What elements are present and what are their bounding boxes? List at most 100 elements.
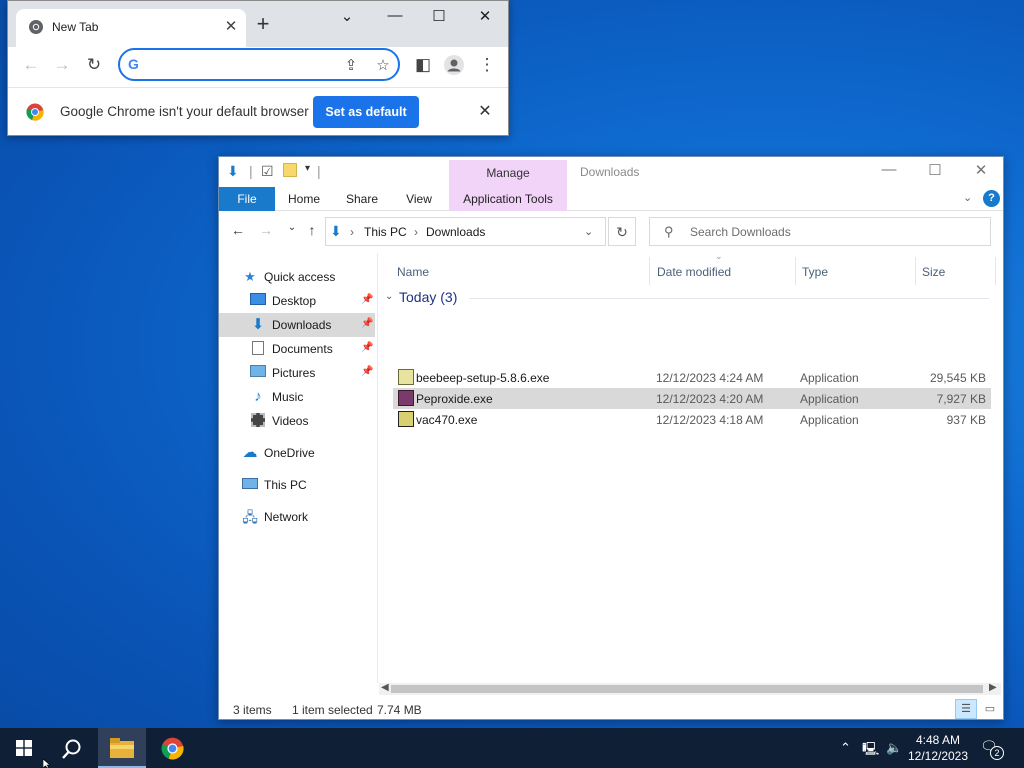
file-date: 12/12/2023 4:18 AM: [656, 413, 764, 427]
column-header-size[interactable]: Size: [922, 265, 945, 279]
expand-ribbon-icon[interactable]: ⌄: [963, 191, 972, 204]
reload-button[interactable]: ↻: [83, 54, 105, 76]
tab-application-tools[interactable]: Application Tools: [449, 187, 567, 211]
music-icon: ♪: [254, 388, 262, 405]
address-row: ← → ⌄ ↑ ⬇ › This PC › Downloads ⌄ ↻ ⚲: [219, 213, 1003, 249]
share-icon[interactable]: ⇪: [342, 56, 360, 74]
nav-item-downloads[interactable]: ⬇ Downloads 📌: [219, 313, 375, 337]
pin-icon: 📌: [361, 342, 374, 353]
download-arrow-icon: ⬇: [330, 223, 342, 239]
help-icon[interactable]: ?: [983, 190, 1000, 207]
nav-item-this-pc[interactable]: This PC: [219, 473, 375, 497]
nav-item-network[interactable]: 🖧 Network: [219, 505, 375, 529]
close-infobar-icon[interactable]: ✕: [475, 101, 495, 121]
download-arrow-icon[interactable]: ⬇: [227, 163, 239, 180]
properties-icon[interactable]: ☑: [261, 163, 274, 180]
recent-locations-icon[interactable]: ⌄: [283, 222, 301, 233]
table-row[interactable]: beebeep-setup-5.8.6.exe 12/12/2023 4:24 …: [393, 367, 991, 388]
profile-avatar-icon[interactable]: [444, 55, 464, 75]
column-divider[interactable]: [795, 257, 796, 285]
tab-search-icon[interactable]: ⌄: [332, 7, 362, 27]
search-button[interactable]: [48, 728, 96, 768]
nav-item-label: Desktop: [272, 294, 317, 308]
start-button[interactable]: [0, 728, 48, 768]
search-input[interactable]: [690, 223, 980, 241]
breadcrumb-this-pc[interactable]: This PC: [364, 225, 407, 239]
pane-divider[interactable]: [377, 253, 378, 683]
column-divider[interactable]: [915, 257, 916, 285]
tab-home[interactable]: Home: [281, 187, 327, 211]
nav-item-pictures[interactable]: Pictures 📌: [219, 361, 375, 385]
chrome-window: New Tab ✕ + ⌄ — ☐ ✕ ← → ↻ G ⇪ ☆ ◧ ⋮ Goog…: [7, 0, 509, 136]
nav-item-desktop[interactable]: Desktop 📌: [219, 289, 375, 313]
nav-item-onedrive[interactable]: ☁ OneDrive: [219, 441, 375, 465]
network-status-icon[interactable]: 🖳: [862, 740, 879, 762]
group-header-today[interactable]: Today (3): [399, 289, 457, 305]
nav-item-documents[interactable]: Documents 📌: [219, 337, 375, 361]
show-hidden-icons-icon[interactable]: ⌃: [840, 740, 851, 756]
nav-item-quick-access[interactable]: ★ Quick access: [219, 265, 375, 289]
table-row[interactable]: Peproxide.exe 12/12/2023 4:20 AM Applica…: [393, 388, 991, 409]
chrome-tab-new-tab[interactable]: New Tab ✕: [16, 9, 246, 47]
tab-view[interactable]: View: [397, 187, 441, 211]
column-header-type[interactable]: Type: [802, 265, 828, 279]
chevron-down-icon[interactable]: ⌄: [385, 291, 393, 302]
qat-dropdown-icon[interactable]: ▾: [305, 163, 310, 174]
clock[interactable]: 4:48 AM 12/12/2023: [906, 732, 970, 764]
minimize-button[interactable]: —: [869, 161, 909, 183]
chrome-tab-title: New Tab: [52, 20, 99, 34]
scroll-left-icon[interactable]: ◀: [381, 682, 389, 693]
sort-indicator-icon: ⌄: [715, 251, 723, 261]
horizontal-scrollbar[interactable]: ◀ ▶: [379, 682, 1001, 695]
table-row[interactable]: vac470.exe 12/12/2023 4:18 AM Applicatio…: [393, 409, 991, 430]
volume-icon[interactable]: 🔈: [886, 740, 902, 756]
nav-item-label: Documents: [272, 342, 333, 356]
scroll-right-icon[interactable]: ▶: [989, 682, 997, 693]
column-divider[interactable]: [649, 257, 650, 285]
side-panel-icon[interactable]: ◧: [412, 54, 434, 76]
minimize-button[interactable]: —: [380, 7, 410, 27]
up-button[interactable]: ↑: [303, 222, 321, 238]
nav-item-music[interactable]: ♪ Music: [219, 385, 375, 409]
details-view-icon[interactable]: ☰: [955, 699, 977, 719]
omnibox-input[interactable]: [150, 55, 330, 74]
refresh-button[interactable]: ↻: [608, 217, 636, 246]
close-window-button[interactable]: ✕: [961, 161, 1001, 183]
chevron-right-icon[interactable]: ›: [414, 225, 418, 239]
column-header-name[interactable]: Name: [397, 265, 429, 279]
chrome-menu-icon[interactable]: ⋮: [476, 54, 498, 76]
new-folder-icon[interactable]: [283, 163, 297, 177]
maximize-button[interactable]: ☐: [915, 161, 955, 183]
close-tab-icon[interactable]: ✕: [222, 17, 240, 35]
new-tab-button[interactable]: +: [252, 13, 274, 35]
address-bar[interactable]: ⬇ › This PC › Downloads ⌄: [325, 217, 606, 246]
file-explorer-taskbar-button[interactable]: [98, 728, 146, 768]
scrollbar-thumb[interactable]: [391, 685, 983, 693]
notification-center-icon[interactable]: 🗨 2: [980, 738, 1004, 760]
forward-button[interactable]: →: [51, 54, 73, 76]
back-button[interactable]: ←: [229, 222, 247, 238]
star-icon: ★: [244, 269, 256, 284]
chrome-taskbar-button[interactable]: [148, 728, 196, 768]
cloud-icon: ☁: [242, 444, 258, 461]
tab-share[interactable]: Share: [339, 187, 385, 211]
nav-item-videos[interactable]: Videos: [219, 409, 375, 433]
back-button[interactable]: ←: [20, 54, 42, 76]
mouse-cursor-icon: [43, 759, 51, 768]
tab-file[interactable]: File: [219, 187, 275, 211]
bookmark-star-icon[interactable]: ☆: [374, 56, 392, 74]
chevron-right-icon[interactable]: ›: [350, 225, 354, 239]
forward-button[interactable]: →: [257, 222, 275, 238]
close-window-button[interactable]: ✕: [470, 7, 500, 27]
omnibox[interactable]: G ⇪ ☆: [118, 48, 400, 81]
search-box[interactable]: ⚲: [649, 217, 991, 246]
maximize-button[interactable]: ☐: [424, 7, 454, 27]
large-icons-view-icon[interactable]: ▭: [979, 699, 1001, 719]
breadcrumb-downloads[interactable]: Downloads: [426, 225, 485, 239]
nav-item-label: Videos: [272, 414, 309, 428]
pin-icon: 📌: [361, 318, 374, 329]
column-header-date-modified[interactable]: Date modified: [657, 265, 731, 279]
set-as-default-button[interactable]: Set as default: [313, 96, 419, 128]
chevron-down-icon[interactable]: ⌄: [584, 225, 593, 238]
column-divider[interactable]: [995, 257, 996, 285]
